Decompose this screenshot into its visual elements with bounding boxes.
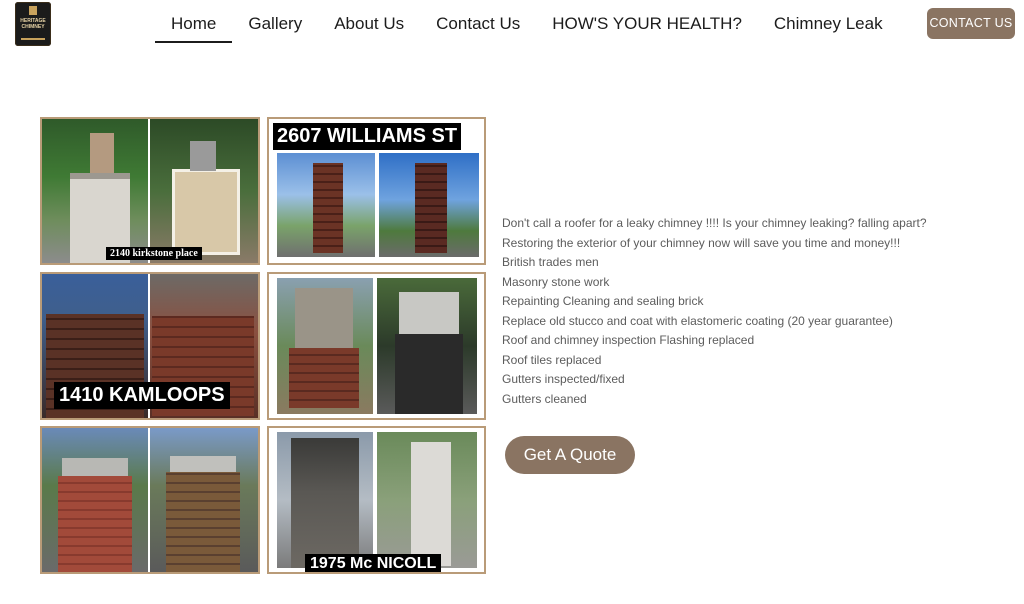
gallery-caption: 2140 kirkstone place [106,247,202,260]
feature-item: Don't call a roofer for a leaky chimney … [502,216,927,230]
logo[interactable]: HERITAGE CHIMNEY [15,2,51,46]
photo-before [42,428,148,572]
feature-item: Replace old stucco and coat with elastom… [502,313,893,328]
logo-bar [21,38,45,40]
feature-item: British trades men [502,255,599,269]
logo-text: HERITAGE CHIMNEY [20,18,46,30]
gallery-image-kirkstone[interactable]: 2140 kirkstone place [40,117,260,265]
gallery-image-williams[interactable]: 2607 WILLIAMS ST [267,117,486,265]
nav-about-us[interactable]: About Us [318,0,420,46]
gallery-image-5[interactable] [40,426,260,574]
gallery-caption: 2607 WILLIAMS ST [273,123,462,150]
photo-after [377,432,477,568]
photo-before [277,278,373,414]
photo-before [42,119,148,263]
feature-item: Roof tiles replaced [502,352,602,367]
gallery-image-kamloops[interactable]: 1410 KAMLOOPS [40,272,260,420]
feature-item: Gutters inspected/fixed [502,372,625,386]
feature-item: Masonry stone work [502,274,610,289]
gallery-caption: 1975 Mc NICOLL [305,554,442,572]
gallery-caption: 1410 KAMLOOPS [54,382,230,409]
nav-health[interactable]: HOW'S YOUR HEALTH? [536,0,758,46]
features-list: Don't call a roofer for a leaky chimney … [502,214,927,409]
photo-after [379,153,479,257]
feature-item: Gutters cleaned [502,391,587,406]
photo-after [377,278,477,414]
photo-after [150,428,258,572]
feature-item: Repainting Cleaning and sealing brick [502,294,704,308]
nav-chimney-leak[interactable]: Chimney Leak [758,0,899,46]
feature-item: Roof and chimney inspection Flashing rep… [502,333,755,347]
nav-contact-us[interactable]: Contact Us [420,0,536,46]
photo-before [277,153,375,257]
nav-gallery[interactable]: Gallery [232,0,318,46]
gallery-image-4[interactable] [267,272,486,420]
logo-chimney-icon [29,6,37,15]
photo-after [150,119,258,263]
photo-before [277,432,373,568]
main-nav: Home Gallery About Us Contact Us HOW'S Y… [155,0,899,46]
gallery-image-mcnicoll[interactable]: 1975 Mc NICOLL [267,426,486,574]
nav-home[interactable]: Home [155,0,233,46]
feature-item: Restoring the exterior of your chimney n… [502,235,901,250]
contact-us-button[interactable]: CONTACT US [927,8,1015,39]
get-a-quote-button[interactable]: Get A Quote [505,436,635,474]
